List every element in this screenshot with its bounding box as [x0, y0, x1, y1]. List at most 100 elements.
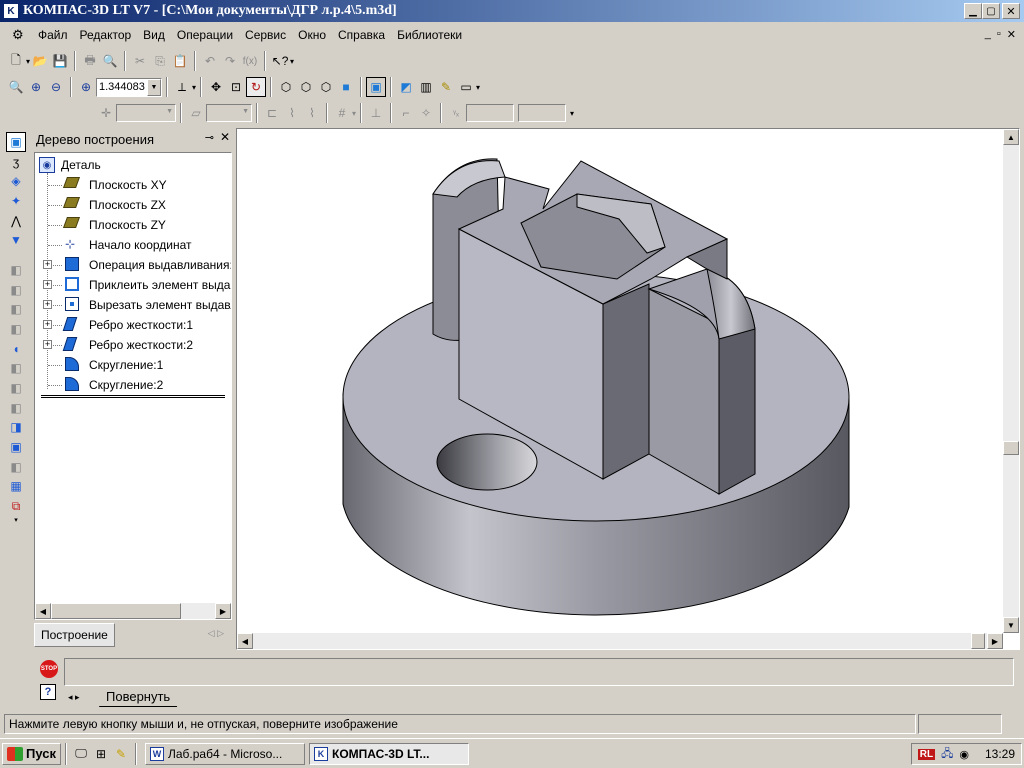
zoom-out-icon[interactable]: ⊖ [46, 77, 66, 97]
doc-restore-button[interactable]: ▫ [997, 28, 1001, 41]
expand-icon[interactable]: + [43, 260, 52, 269]
zoom-field[interactable]: 1.344083 ▼ [96, 77, 162, 97]
measure-tool-icon[interactable]: ⋀ [6, 211, 26, 231]
view-hscrollbar[interactable]: ◀ ▶ [237, 633, 1003, 649]
maximize-button[interactable]: ▢ [982, 3, 1000, 19]
spatial-curve-icon[interactable]: ◈ [6, 171, 26, 191]
expand-icon[interactable]: + [43, 340, 52, 349]
hidden-lines-icon[interactable]: ⬡ [296, 77, 316, 97]
tree-root[interactable]: ◉ Деталь [39, 155, 101, 175]
stop-icon[interactable]: STOP [40, 660, 58, 678]
new-icon[interactable]: 🗋 [6, 51, 26, 71]
menu-view[interactable]: Вид [137, 25, 171, 45]
pin-icon[interactable]: ⊸ [205, 131, 214, 144]
quicklaunch-tool-icon[interactable]: ✎ [111, 744, 131, 764]
tree-item[interactable]: ⊹ Начало координат [35, 235, 231, 255]
tree-close-icon[interactable]: ✕ [220, 130, 230, 144]
section-tool-icon[interactable]: ▣ [6, 437, 26, 457]
menu-libraries[interactable]: Библиотеки [391, 25, 468, 45]
mirror-tool-icon[interactable]: ⧉ [6, 496, 26, 516]
minimize-button[interactable]: ▁ [964, 3, 982, 19]
pan-icon[interactable]: ✥ [206, 77, 226, 97]
shaded-icon[interactable]: ■ [336, 77, 356, 97]
tree-item[interactable]: + Операция выдавливания:1 [35, 255, 231, 275]
print-preview-icon[interactable]: 🔍 [100, 51, 120, 71]
kinematic-tool-icon[interactable]: ◧ [6, 299, 26, 319]
plane-tool-icon[interactable]: ◩ [396, 77, 416, 97]
tab-nav-icon[interactable]: ◁ ▷ [208, 628, 224, 639]
filter-icon[interactable]: ▼ [6, 230, 26, 250]
edit-part-icon[interactable]: ▣ [6, 132, 26, 152]
tree-item[interactable]: Скругление:2 [35, 375, 231, 395]
measure-icon[interactable]: ▥ [416, 77, 436, 97]
paste-icon[interactable]: 📋 [170, 51, 190, 71]
array-tool-icon[interactable]: ▦ [6, 477, 26, 497]
quicklaunch-desktop-icon[interactable]: 🖵 [71, 744, 91, 764]
tree-item[interactable]: Плоскость XY [35, 175, 231, 195]
zoom-icon[interactable]: 🔍 [6, 77, 26, 97]
tray-volume-icon[interactable]: ◉ [959, 748, 969, 761]
zoom-frame-icon[interactable]: ⊡ [226, 77, 246, 97]
menu-service[interactable]: Сервис [239, 25, 292, 45]
doc-close-button[interactable]: ✕ [1007, 28, 1016, 41]
expand-icon[interactable]: + [43, 320, 52, 329]
tab-construction[interactable]: Построение [34, 623, 115, 647]
scroll-down-icon[interactable]: ▼ [1003, 617, 1019, 633]
curve-icon[interactable]: ʒ [6, 152, 26, 172]
rotate-tool-icon[interactable]: ◧ [6, 280, 26, 300]
shell-tool-icon[interactable]: ◨ [6, 418, 26, 438]
menu-edit[interactable]: Редактор [74, 25, 138, 45]
menu-operations[interactable]: Операции [171, 25, 239, 45]
redo-icon[interactable]: ↷ [220, 51, 240, 71]
doc-minimize-button[interactable]: _ [985, 28, 991, 41]
panel-nav-icon[interactable]: ◂ ▸ [68, 692, 80, 703]
scroll-left-icon[interactable]: ◀ [35, 603, 51, 619]
open-icon[interactable]: 📂 [30, 51, 50, 71]
surface-icon[interactable]: ✦ [6, 191, 26, 211]
view-vscrollbar[interactable]: ▲ ▼ [1003, 129, 1019, 633]
properties-icon[interactable]: ✎ [436, 77, 456, 97]
vscroll-thumb[interactable] [1003, 441, 1019, 455]
scroll-right-icon[interactable]: ▶ [215, 603, 231, 619]
chamfer-tool-icon[interactable]: ◧ [6, 358, 26, 378]
wireframe-icon[interactable]: ⬡ [276, 77, 296, 97]
zoom-in-icon[interactable]: ⊕ [26, 77, 46, 97]
scroll-up-icon[interactable]: ▲ [1003, 129, 1019, 145]
tree-item[interactable]: Плоскость ZX [35, 195, 231, 215]
start-button[interactable]: Пуск [2, 742, 61, 765]
orientation-icon[interactable]: ⟂ [172, 77, 192, 97]
help-icon[interactable]: ? [40, 684, 56, 700]
menu-window[interactable]: Окно [292, 25, 332, 45]
view-scroll-right-icon[interactable]: ▶ [987, 633, 1003, 649]
tree-item[interactable]: Скругление:1 [35, 355, 231, 375]
cut-icon[interactable]: ✂ [130, 51, 150, 71]
loft-tool-icon[interactable]: ◧ [6, 319, 26, 339]
print-icon[interactable]: 🖶 [80, 51, 100, 71]
hole-tool-icon[interactable]: ◧ [6, 378, 26, 398]
zoom-scale-icon[interactable]: ⊕ [76, 77, 96, 97]
view-scroll-left-icon[interactable]: ◀ [237, 633, 253, 649]
hscroll-thumb[interactable] [971, 633, 985, 649]
incline-tool-icon[interactable]: ◧ [6, 457, 26, 477]
menu-file[interactable]: Файл [32, 25, 74, 45]
copy-icon[interactable]: ⎘ [150, 51, 170, 71]
function-icon[interactable]: f(x) [240, 51, 260, 71]
undo-icon[interactable]: ↶ [200, 51, 220, 71]
scroll-thumb[interactable] [51, 603, 181, 619]
fillet-tool-icon[interactable]: ◖ [6, 339, 26, 359]
tree-item[interactable]: Плоскость ZY [35, 215, 231, 235]
doc-icon[interactable]: ⚙ [12, 27, 28, 43]
rotate-icon[interactable]: ↻ [246, 77, 267, 97]
close-button[interactable]: ✕ [1002, 3, 1020, 19]
tree-item[interactable]: + Вырезать элемент выдавл [35, 295, 231, 315]
perspective-icon[interactable]: ▣ [366, 77, 387, 97]
task-kompas[interactable]: K КОМПАС-3D LT... [309, 742, 469, 765]
rib-tool-icon[interactable]: ◧ [6, 398, 26, 418]
lang-indicator[interactable]: RL [917, 748, 936, 760]
tree-hscrollbar[interactable]: ◀ ▶ [35, 603, 231, 619]
display-mode-icon[interactable]: ▭ [456, 77, 476, 97]
app-icon[interactable]: K [3, 3, 19, 19]
tree-item[interactable]: + Ребро жесткости:2 [35, 335, 231, 355]
expand-icon[interactable]: + [43, 300, 52, 309]
thin-hidden-icon[interactable]: ⬡ [316, 77, 336, 97]
